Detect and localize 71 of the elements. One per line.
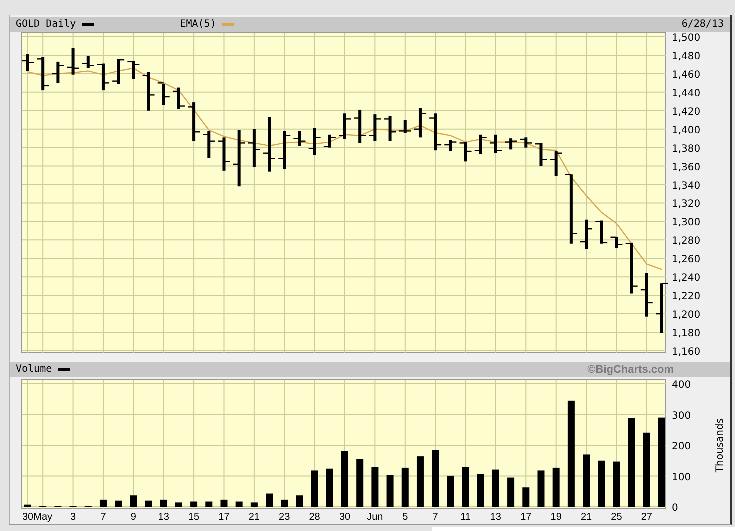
axis-label: 1,320 (672, 199, 701, 210)
volume-bar (432, 450, 440, 507)
volume-bar (613, 462, 620, 507)
legend-label: EMA(5) (180, 19, 216, 30)
axis-label: May (34, 512, 53, 523)
axis-label: 1,280 (672, 236, 701, 248)
volume-bar (175, 502, 182, 507)
volume-bar (24, 504, 32, 507)
axis-label: 13 (490, 512, 502, 523)
axis-label: 1,240 (672, 273, 701, 284)
axis-title: Thousands (715, 418, 726, 473)
axis-label: 17 (218, 512, 230, 523)
axis-label: 1,400 (672, 125, 701, 136)
volume-bar (250, 502, 258, 507)
volume-bar (266, 494, 274, 507)
axis-label: 27 (641, 512, 652, 523)
axis-label: 15 (188, 512, 200, 523)
axis-label: 7 (100, 512, 106, 523)
axis-label: 11 (460, 512, 471, 523)
legend-label: GOLD Daily (16, 19, 76, 30)
axis-label: 1,360 (672, 162, 701, 174)
volume-bar (206, 502, 213, 507)
axis-label: 1,260 (672, 254, 701, 266)
axis-label: 9 (130, 512, 136, 523)
volume-bar (508, 478, 515, 507)
axis-label: 30 (339, 512, 351, 523)
axis-label: 100 (672, 472, 692, 484)
axis-label: Jun (367, 512, 384, 523)
volume-bar (583, 454, 590, 507)
axis-label: 1,420 (672, 106, 701, 118)
volume-bar (598, 460, 606, 507)
axis-label: 1,220 (672, 292, 701, 303)
axis-label: 1,180 (672, 328, 701, 340)
axis-label: 200 (672, 442, 692, 452)
axis-label: 5 (402, 512, 408, 523)
volume-bar (342, 451, 348, 507)
axis-label: 1,160 (672, 347, 701, 358)
axis-label: 0 (672, 503, 678, 514)
axis-label: 17 (520, 512, 532, 523)
axis-label: 1,340 (672, 180, 701, 192)
axis-label: 19 (550, 512, 562, 523)
legend-label: Volume (16, 364, 52, 375)
volume-bar (236, 502, 243, 507)
axis-label: 1,440 (672, 88, 701, 100)
axis-label: 1,300 (672, 218, 701, 229)
axis-label: 30 (22, 512, 34, 523)
axis-label: 7 (432, 512, 438, 523)
axis-label: 1,460 (672, 70, 701, 81)
volume-bar (130, 496, 138, 507)
axis-label: 23 (279, 512, 290, 523)
axis-label: 28 (309, 512, 320, 523)
volume-bar (522, 488, 530, 507)
volume-bar (190, 502, 198, 507)
axis-label: 13 (158, 512, 170, 523)
axis-label: 400 (672, 380, 692, 391)
volume-bar (538, 470, 545, 507)
axis-label: 300 (672, 410, 692, 422)
axis-label: 1,380 (672, 144, 701, 155)
axis-label: 21 (580, 512, 592, 523)
axis-label: 1,480 (672, 51, 701, 62)
chart-date: 6/28/13 (682, 19, 724, 30)
axis-label: 1,500 (672, 33, 701, 44)
axis-label: 1,200 (672, 310, 701, 322)
volume-bar (296, 496, 304, 507)
volume-bar (356, 459, 364, 507)
axis-label: 21 (248, 512, 260, 523)
axis-label: 3 (70, 512, 76, 523)
volume-bar (372, 467, 379, 507)
axis-label: 25 (611, 512, 622, 523)
volume-bar (447, 476, 454, 507)
credit-text: ©BigCharts.com (588, 364, 674, 376)
